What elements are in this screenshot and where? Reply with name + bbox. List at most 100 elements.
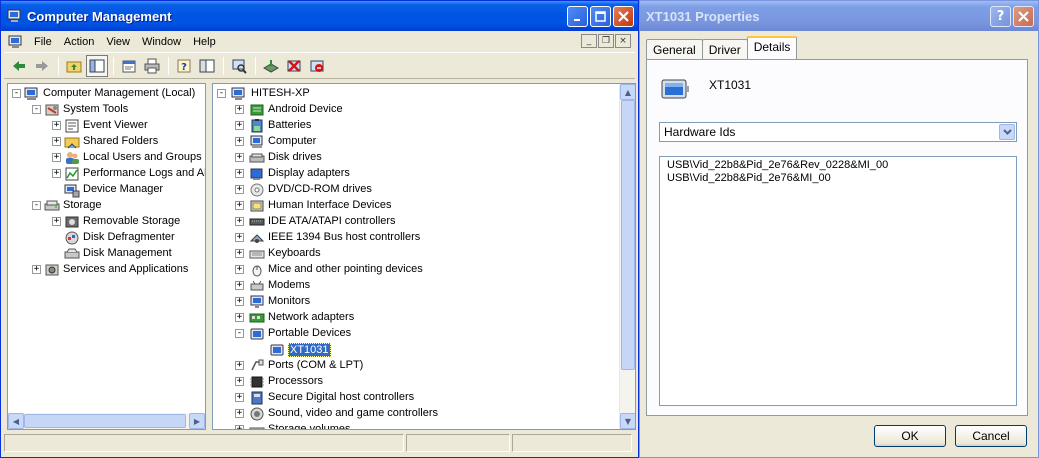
tree-item[interactable]: Device Manager [8, 182, 205, 198]
device-category-item[interactable]: + Keyboards [213, 246, 635, 262]
help-button[interactable]: ? [173, 55, 195, 77]
menu-file[interactable]: File [28, 34, 58, 50]
expand-icon[interactable]: + [235, 297, 244, 306]
tree-item[interactable]: Disk Defragmenter [8, 230, 205, 246]
device-category-item[interactable]: + IEEE 1394 Bus host controllers [213, 230, 635, 246]
device-category-item[interactable]: + Modems [213, 278, 635, 294]
collapse-icon[interactable]: - [235, 329, 244, 338]
device-category-item[interactable]: + Mice and other pointing devices [213, 262, 635, 278]
expand-icon[interactable]: + [52, 153, 61, 162]
disable-button[interactable] [306, 55, 328, 77]
update-driver-button[interactable] [260, 55, 282, 77]
expand-icon[interactable]: + [235, 377, 244, 386]
scroll-right-button[interactable]: ▶ [189, 413, 205, 429]
expand-icon[interactable]: + [235, 153, 244, 162]
expand-icon[interactable]: + [235, 121, 244, 130]
cancel-button[interactable]: Cancel [955, 425, 1027, 447]
tab-driver[interactable]: Driver [701, 39, 748, 59]
expand-icon[interactable]: + [52, 217, 61, 226]
expand-icon[interactable]: + [52, 121, 61, 130]
collapse-icon[interactable]: - [12, 89, 21, 98]
property-select-dropdown-button[interactable] [999, 124, 1015, 140]
forward-button[interactable] [31, 55, 53, 77]
menu-help[interactable]: Help [187, 34, 222, 50]
expand-icon[interactable]: + [235, 393, 244, 402]
device-category-item[interactable]: + Display adapters [213, 166, 635, 182]
tree-item[interactable]: - System Tools [8, 102, 205, 118]
maximize-button[interactable] [590, 6, 611, 27]
tree-item[interactable]: + Removable Storage [8, 214, 205, 230]
list-item[interactable]: USB\Vid_22b8&Pid_2e76&Rev_0228&MI_00 [667, 159, 1009, 172]
device-category-item[interactable]: + Batteries [213, 118, 635, 134]
property-values-list[interactable]: USB\Vid_22b8&Pid_2e76&Rev_0228&MI_00 USB… [659, 156, 1017, 406]
expand-icon[interactable]: + [235, 281, 244, 290]
device-category-item[interactable]: + Network adapters [213, 310, 635, 326]
tree-item[interactable]: + Local Users and Groups [8, 150, 205, 166]
device-category-item[interactable]: + Computer [213, 134, 635, 150]
tree-item[interactable]: + Performance Logs and Alerts [8, 166, 205, 182]
collapse-icon[interactable]: - [32, 201, 41, 210]
expand-icon[interactable]: + [235, 137, 244, 146]
menu-action[interactable]: Action [58, 34, 101, 50]
mdi-minimize-button[interactable]: _ [581, 34, 597, 48]
properties-button[interactable] [118, 55, 140, 77]
up-level-button[interactable] [63, 55, 85, 77]
print-button[interactable] [141, 55, 163, 77]
expand-icon[interactable]: + [235, 265, 244, 274]
tree-root[interactable]: - HITESH-XP [213, 86, 635, 102]
ok-button[interactable]: OK [874, 425, 946, 447]
device-category-item[interactable]: + Ports (COM & LPT) [213, 358, 635, 374]
device-category-item[interactable]: + Sound, video and game controllers [213, 406, 635, 422]
expand-icon[interactable]: + [235, 361, 244, 370]
device-category-item[interactable]: + Storage volumes [213, 422, 635, 429]
collapse-icon[interactable]: - [217, 89, 226, 98]
help-title-button[interactable]: ? [990, 6, 1011, 27]
back-button[interactable] [8, 55, 30, 77]
device-category-item[interactable]: + Android Device [213, 102, 635, 118]
expand-icon[interactable]: + [235, 409, 244, 418]
expand-icon[interactable]: + [235, 425, 244, 429]
scan-hardware-button[interactable] [228, 55, 250, 77]
expand-icon[interactable]: + [235, 313, 244, 322]
app-menu-icon[interactable] [8, 34, 24, 50]
expand-icon[interactable]: + [235, 249, 244, 258]
show-hide-action-pane-button[interactable] [196, 55, 218, 77]
tree-item[interactable]: - Storage [8, 198, 205, 214]
scroll-left-button[interactable]: ◀ [8, 413, 24, 429]
tree-item[interactable]: + Services and Applications [8, 262, 205, 278]
scroll-down-button[interactable]: ▼ [620, 413, 635, 429]
minimize-button[interactable] [567, 6, 588, 27]
collapse-icon[interactable]: - [32, 105, 41, 114]
expand-icon[interactable]: + [52, 169, 61, 178]
hscroll-thumb[interactable] [24, 414, 186, 428]
props-title-bar[interactable]: XT1031 Properties ? [640, 1, 1038, 31]
expand-icon[interactable]: + [235, 201, 244, 210]
tree-item[interactable]: - Computer Management (Local) [8, 86, 205, 102]
property-select[interactable]: Hardware Ids [659, 122, 1017, 142]
expand-icon[interactable]: + [235, 233, 244, 242]
scroll-up-button[interactable]: ▲ [620, 84, 635, 100]
device-tree-child-item[interactable]: XT1031 [213, 342, 635, 358]
tree-item[interactable]: Disk Management [8, 246, 205, 262]
show-hide-tree-button[interactable] [86, 55, 108, 77]
menu-window[interactable]: Window [136, 34, 187, 50]
tree-item[interactable]: + Event Viewer [8, 118, 205, 134]
device-category-item[interactable]: - Portable Devices [213, 326, 635, 342]
tab-general[interactable]: General [646, 39, 703, 59]
tree-item[interactable]: + Shared Folders [8, 134, 205, 150]
expand-icon[interactable]: + [235, 169, 244, 178]
device-category-item[interactable]: + IDE ATA/ATAPI controllers [213, 214, 635, 230]
cm-title-bar[interactable]: Computer Management [1, 1, 638, 31]
expand-icon[interactable]: + [32, 265, 41, 274]
uninstall-button[interactable] [283, 55, 305, 77]
console-tree-hscrollbar[interactable]: ◀ ▶ [8, 413, 205, 429]
device-category-item[interactable]: + Human Interface Devices [213, 198, 635, 214]
vscroll-thumb[interactable] [621, 100, 635, 370]
device-category-item[interactable]: + Disk drives [213, 150, 635, 166]
device-tree-vscrollbar[interactable]: ▲ ▼ [619, 84, 635, 429]
device-category-item[interactable]: + Processors [213, 374, 635, 390]
device-category-item[interactable]: + Secure Digital host controllers [213, 390, 635, 406]
close-button[interactable] [613, 6, 634, 27]
expand-icon[interactable]: + [235, 185, 244, 194]
list-item[interactable]: USB\Vid_22b8&Pid_2e76&MI_00 [667, 172, 1009, 185]
